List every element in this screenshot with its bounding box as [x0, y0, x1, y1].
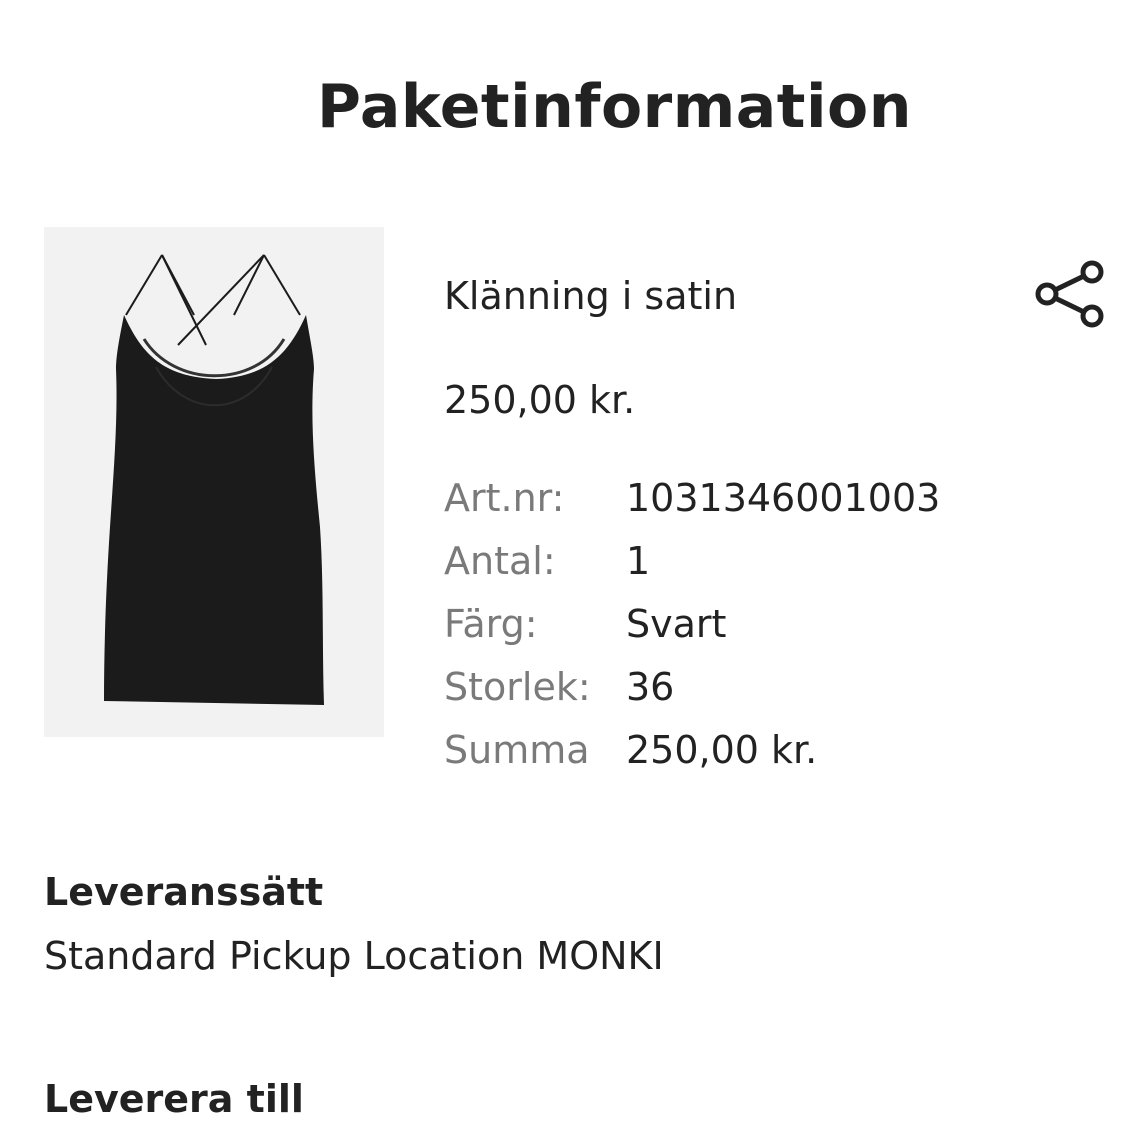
detail-row-color: Färg: Svart [444, 599, 940, 662]
detail-row-article-number: Art.nr: 1031346001003 [444, 473, 940, 536]
detail-label: Antal: [444, 539, 556, 583]
share-button[interactable] [1030, 256, 1110, 332]
detail-label: Summa [444, 728, 590, 772]
delivery-method-value: Standard Pickup Location MONKI [44, 934, 664, 978]
detail-label: Art.nr: [444, 476, 565, 520]
detail-value: 36 [626, 665, 675, 709]
detail-row-total: Summa 250,00 kr. [444, 725, 940, 788]
detail-label: Färg: [444, 602, 538, 646]
product-price: 250,00 kr. [444, 378, 636, 422]
detail-value: 250,00 kr. [626, 728, 818, 772]
product-details: Art.nr: 1031346001003 Antal: 1 Färg: Svart … [444, 473, 940, 788]
satin-dress-image [44, 227, 384, 737]
detail-value: 1031346001003 [626, 476, 941, 520]
page-title: Paketinformation [317, 72, 912, 142]
detail-row-size: Storlek: 36 [444, 662, 940, 725]
product-image[interactable] [44, 227, 384, 737]
share-icon [1035, 260, 1104, 328]
detail-row-quantity: Antal: 1 [444, 536, 940, 599]
delivery-method-heading: Leveranssätt [44, 870, 324, 914]
ship-to-heading: Leverera till [44, 1077, 304, 1121]
detail-label: Storlek: [444, 665, 591, 709]
detail-value: Svart [626, 602, 727, 646]
detail-value: 1 [626, 539, 651, 583]
product-name[interactable]: Klänning i satin [444, 274, 737, 318]
